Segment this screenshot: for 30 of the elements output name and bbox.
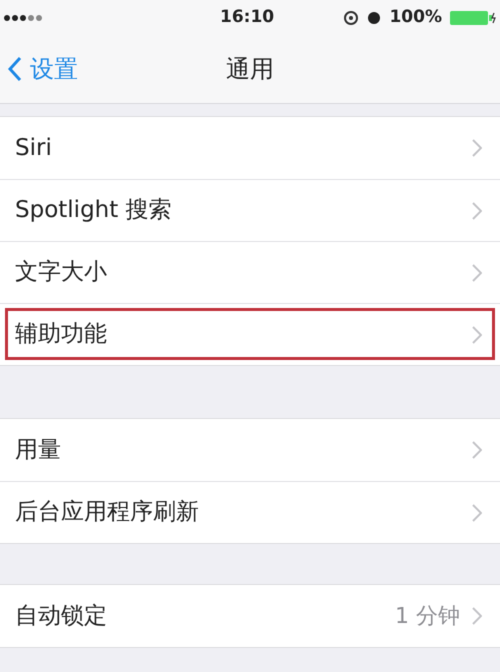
- chevron-icon: [472, 504, 482, 522]
- settings-row[interactable]: 后台应用程序刷新: [0, 481, 500, 543]
- chevron-icon: [472, 202, 482, 220]
- battery-percent: 100%: [389, 6, 442, 29]
- row-label: 自动锁定: [15, 602, 107, 631]
- row-label: Siri: [15, 134, 52, 163]
- settings-row[interactable]: 文字大小: [0, 241, 500, 303]
- settings-row[interactable]: 用量: [0, 419, 500, 481]
- chevron-icon: [472, 607, 482, 625]
- settings-row[interactable]: 自动锁定 1 分钟: [0, 585, 500, 647]
- status-time: 16:10: [220, 6, 274, 29]
- chevron-icon: [472, 139, 482, 157]
- alarm-icon: [367, 10, 382, 24]
- row-value: 1 分钟: [395, 602, 460, 630]
- row-label: 文字大小: [15, 258, 107, 288]
- row-label: 辅助功能: [15, 320, 107, 350]
- settings-row[interactable]: 辅助功能: [0, 303, 500, 365]
- settings-row[interactable]: Siri: [0, 117, 500, 179]
- back-chevron-icon: [8, 56, 22, 82]
- chevron-icon: [472, 441, 482, 459]
- lock-rotation-icon: [343, 10, 360, 26]
- nav-title: 通用: [226, 54, 274, 85]
- battery-icon: [450, 10, 496, 26]
- row-label: 后台应用程序刷新: [15, 498, 199, 528]
- row-label: Spotlight 搜索: [15, 196, 172, 226]
- signal-icon: [4, 14, 42, 20]
- chevron-icon: [472, 326, 482, 344]
- settings-row[interactable]: Spotlight 搜索: [0, 179, 500, 241]
- chevron-icon: [472, 264, 482, 282]
- row-label: 用量: [15, 436, 61, 465]
